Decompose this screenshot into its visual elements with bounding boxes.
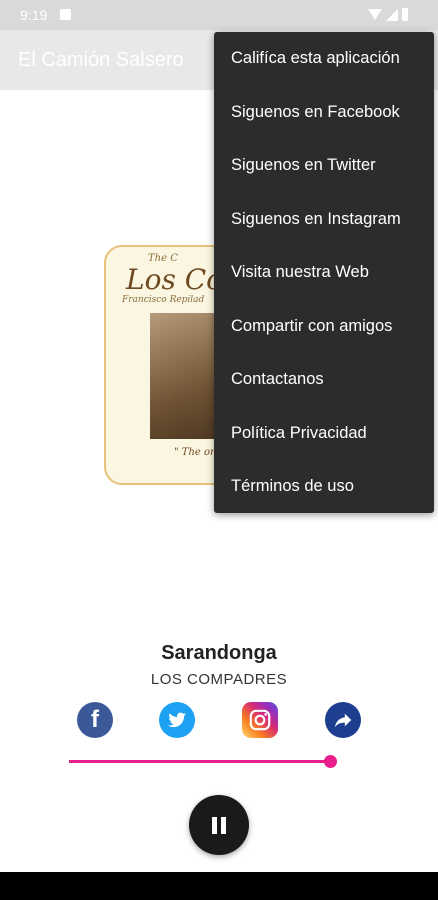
menu-item-contact[interactable]: Contactanos bbox=[214, 353, 434, 407]
instagram-camera-glyph bbox=[249, 709, 271, 731]
track-artist: LOS COMPADRES bbox=[150, 671, 288, 688]
pause-button[interactable] bbox=[189, 795, 249, 855]
seek-thumb[interactable] bbox=[324, 755, 337, 768]
share-arrow-glyph bbox=[334, 713, 352, 728]
status-bar: 9:19 bbox=[0, 0, 438, 30]
menu-item-share[interactable]: Compartir con amigos bbox=[214, 300, 434, 354]
menu-item-website[interactable]: Visita nuestra Web bbox=[214, 246, 434, 300]
instagram-icon[interactable] bbox=[242, 702, 278, 738]
overflow-menu: Califíca esta aplicación Siguenos en Fac… bbox=[214, 32, 434, 513]
wifi-icon bbox=[368, 9, 382, 20]
battery-icon bbox=[402, 8, 408, 21]
menu-item-privacy[interactable]: Política Privacidad bbox=[214, 407, 434, 461]
album-bottom-text: " The ori bbox=[174, 447, 218, 458]
facebook-glyph: f bbox=[91, 706, 99, 733]
seek-bar[interactable] bbox=[69, 760, 331, 763]
share-icon[interactable] bbox=[325, 702, 361, 738]
navigation-bar bbox=[0, 872, 438, 900]
menu-item-facebook[interactable]: Siguenos en Facebook bbox=[214, 86, 434, 140]
download-notification-icon bbox=[60, 9, 71, 20]
twitter-icon[interactable] bbox=[159, 702, 195, 738]
track-title: Sarandonga bbox=[161, 642, 277, 664]
menu-item-instagram[interactable]: Siguenos en Instagram bbox=[214, 193, 434, 247]
album-subtitle-text: Francisco Repilad bbox=[122, 295, 205, 305]
menu-item-terms[interactable]: Términos de uso bbox=[214, 460, 434, 514]
app-title: El Camión Salsero bbox=[18, 49, 184, 71]
signal-icon bbox=[386, 9, 398, 21]
facebook-icon[interactable]: f bbox=[77, 702, 113, 738]
twitter-bird-glyph bbox=[167, 712, 187, 728]
menu-item-twitter[interactable]: Siguenos en Twitter bbox=[214, 139, 434, 193]
status-time: 9:19 bbox=[20, 7, 48, 23]
pause-icon bbox=[212, 816, 217, 834]
menu-item-rate-app[interactable]: Califíca esta aplicación bbox=[214, 32, 434, 86]
